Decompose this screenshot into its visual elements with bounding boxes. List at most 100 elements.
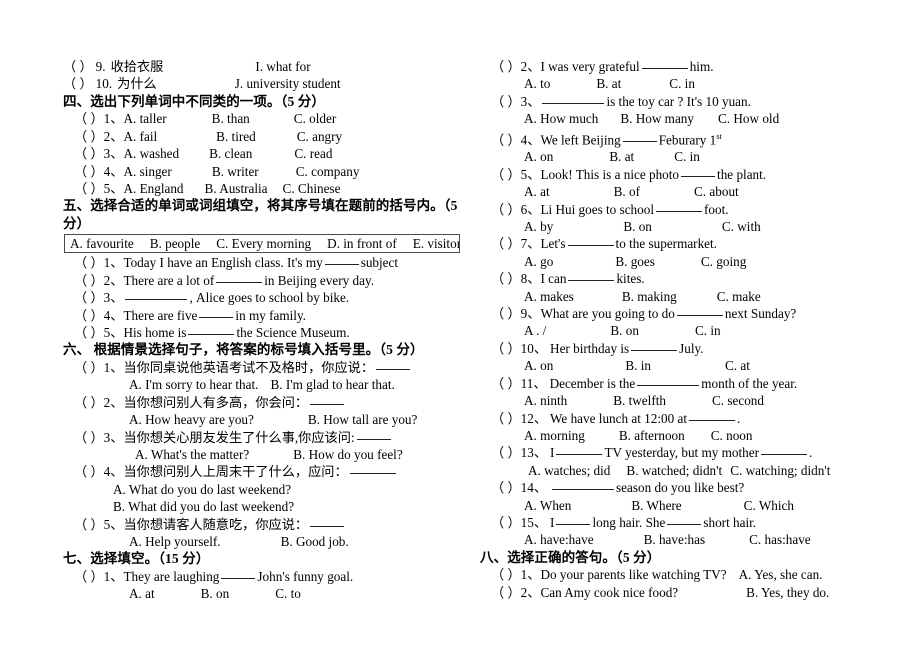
option-a[interactable]: A. What's the matter? <box>135 447 249 462</box>
option-b[interactable]: B. goes <box>615 254 655 269</box>
option-a[interactable]: A . / <box>524 323 546 338</box>
option-c[interactable]: C. with <box>722 219 761 234</box>
option-a[interactable]: A. watches; did <box>528 463 610 478</box>
answer-parenthesis[interactable]: （ ） <box>74 164 104 179</box>
option-c[interactable]: C. How old <box>718 111 779 126</box>
option-c[interactable]: C. make <box>717 289 761 304</box>
answer-parenthesis[interactable]: （ ） <box>74 290 104 305</box>
answer-parenthesis[interactable]: （ ） <box>74 517 104 532</box>
option-a[interactable]: A. singer <box>123 164 171 179</box>
answer-parenthesis[interactable]: （ ） <box>63 76 93 91</box>
fill-blank[interactable] <box>641 68 688 69</box>
option-b[interactable]: B. What did you do last weekend? <box>113 499 294 514</box>
fill-blank[interactable] <box>221 577 256 579</box>
answer-parenthesis[interactable]: （ ） <box>491 59 521 74</box>
fill-blank[interactable] <box>542 102 605 104</box>
option-b[interactable]: B. at <box>609 149 634 164</box>
fill-blank[interactable] <box>552 489 615 491</box>
option-a[interactable]: A. What do you do last weekend? <box>113 482 291 497</box>
option-b[interactable]: B. on <box>623 219 652 234</box>
option-c[interactable]: C. Which <box>744 498 794 513</box>
option-c[interactable]: C. to <box>275 586 301 601</box>
answer-parenthesis[interactable]: （ ） <box>491 515 521 530</box>
answer-parenthesis[interactable]: （ ） <box>74 146 104 161</box>
answer-option-a[interactable]: A. Yes, she can. <box>739 567 823 582</box>
option-c[interactable]: C. angry <box>297 129 342 144</box>
option-c[interactable]: C. second <box>712 393 764 408</box>
option-a[interactable]: A. go <box>524 254 553 269</box>
option-c[interactable]: C. in <box>674 149 700 164</box>
option-b[interactable]: B. watched; didn't <box>626 463 722 478</box>
fill-blank-2[interactable] <box>761 454 808 456</box>
wordbank-option-b[interactable]: B. people <box>150 235 201 252</box>
answer-parenthesis[interactable]: （ ） <box>491 167 521 182</box>
fill-blank[interactable] <box>567 245 614 247</box>
answer-parenthesis[interactable]: （ ） <box>74 395 104 410</box>
answer-parenthesis[interactable]: （ ） <box>74 430 104 445</box>
option-b[interactable]: B. writer <box>212 164 259 179</box>
fill-blank[interactable] <box>681 175 716 177</box>
answer-parenthesis[interactable]: （ ） <box>74 129 104 144</box>
option-c[interactable]: C. in <box>669 76 695 91</box>
answer-parenthesis[interactable]: （ ） <box>491 271 521 286</box>
option-b[interactable]: B. How tall are you? <box>308 412 418 427</box>
answer-parenthesis[interactable]: （ ） <box>74 464 104 479</box>
fill-blank[interactable] <box>310 403 345 405</box>
option-b[interactable]: B. than <box>212 111 250 126</box>
answer-parenthesis[interactable]: （ ） <box>63 59 93 74</box>
option-c[interactable]: C. watching; didn't <box>730 463 830 478</box>
answer-parenthesis[interactable]: （ ） <box>74 325 104 340</box>
option-c[interactable]: C. older <box>294 111 337 126</box>
option-a[interactable]: A. How heavy are you? <box>129 412 254 427</box>
fill-blank-2[interactable] <box>667 523 702 525</box>
option-b[interactable]: B. Where <box>631 498 681 513</box>
option-a[interactable]: A. Help yourself. <box>129 534 221 549</box>
option-b[interactable]: B. I'm glad to hear that. <box>270 377 394 392</box>
option-a[interactable]: A. taller <box>123 111 166 126</box>
fill-blank[interactable] <box>622 141 657 143</box>
option-a[interactable]: A. ninth <box>524 393 567 408</box>
wordbank-option-e[interactable]: E. visitors <box>413 235 459 252</box>
answer-parenthesis[interactable]: （ ） <box>491 132 521 147</box>
fill-blank[interactable] <box>349 473 396 475</box>
answer-parenthesis[interactable]: （ ） <box>491 236 521 251</box>
fill-blank[interactable] <box>676 315 723 317</box>
option-c[interactable]: C. noon <box>711 428 753 443</box>
fill-blank[interactable] <box>376 368 411 370</box>
wordbank-option-c[interactable]: C. Every morning <box>216 235 311 252</box>
option-b[interactable]: B. tired <box>216 129 256 144</box>
fill-blank[interactable] <box>556 454 603 456</box>
option-a[interactable]: A. have:have <box>524 532 594 547</box>
option-b[interactable]: B. of <box>614 184 640 199</box>
option-b[interactable]: B. making <box>622 289 677 304</box>
option-a[interactable]: A. on <box>524 149 553 164</box>
option-a[interactable]: A. at <box>129 586 155 601</box>
option-c[interactable]: C. company <box>296 164 360 179</box>
option-a[interactable]: A. on <box>524 358 553 373</box>
answer-parenthesis[interactable]: （ ） <box>74 181 104 196</box>
option-c[interactable]: C. going <box>701 254 746 269</box>
option-a[interactable]: A. by <box>524 219 553 234</box>
answer-parenthesis[interactable]: （ ） <box>74 273 104 288</box>
fill-blank[interactable] <box>324 264 359 266</box>
fill-blank[interactable] <box>656 210 703 212</box>
option-a[interactable]: A. fail <box>123 129 157 144</box>
option-b[interactable]: B. How do you feel? <box>293 447 403 462</box>
wordbank-option-d[interactable]: D. in front of <box>327 235 397 252</box>
fill-blank[interactable] <box>199 316 234 318</box>
answer-parenthesis[interactable]: （ ） <box>491 341 521 356</box>
fill-blank[interactable] <box>125 299 188 301</box>
answer-parenthesis[interactable]: （ ） <box>491 306 521 321</box>
option-c[interactable]: C. about <box>694 184 739 199</box>
fill-blank[interactable] <box>631 349 678 351</box>
answer-parenthesis[interactable]: （ ） <box>491 376 521 391</box>
fill-blank[interactable] <box>216 281 263 283</box>
option-a[interactable]: A. to <box>524 76 550 91</box>
option-b[interactable]: B. clean <box>209 146 252 161</box>
answer-parenthesis[interactable]: （ ） <box>491 94 521 109</box>
option-c[interactable]: C. read <box>294 146 332 161</box>
answer-parenthesis[interactable]: （ ） <box>74 360 104 375</box>
answer-parenthesis[interactable]: （ ） <box>74 569 104 584</box>
option-b[interactable]: B. twelfth <box>613 393 666 408</box>
option-a[interactable]: A. makes <box>524 289 574 304</box>
